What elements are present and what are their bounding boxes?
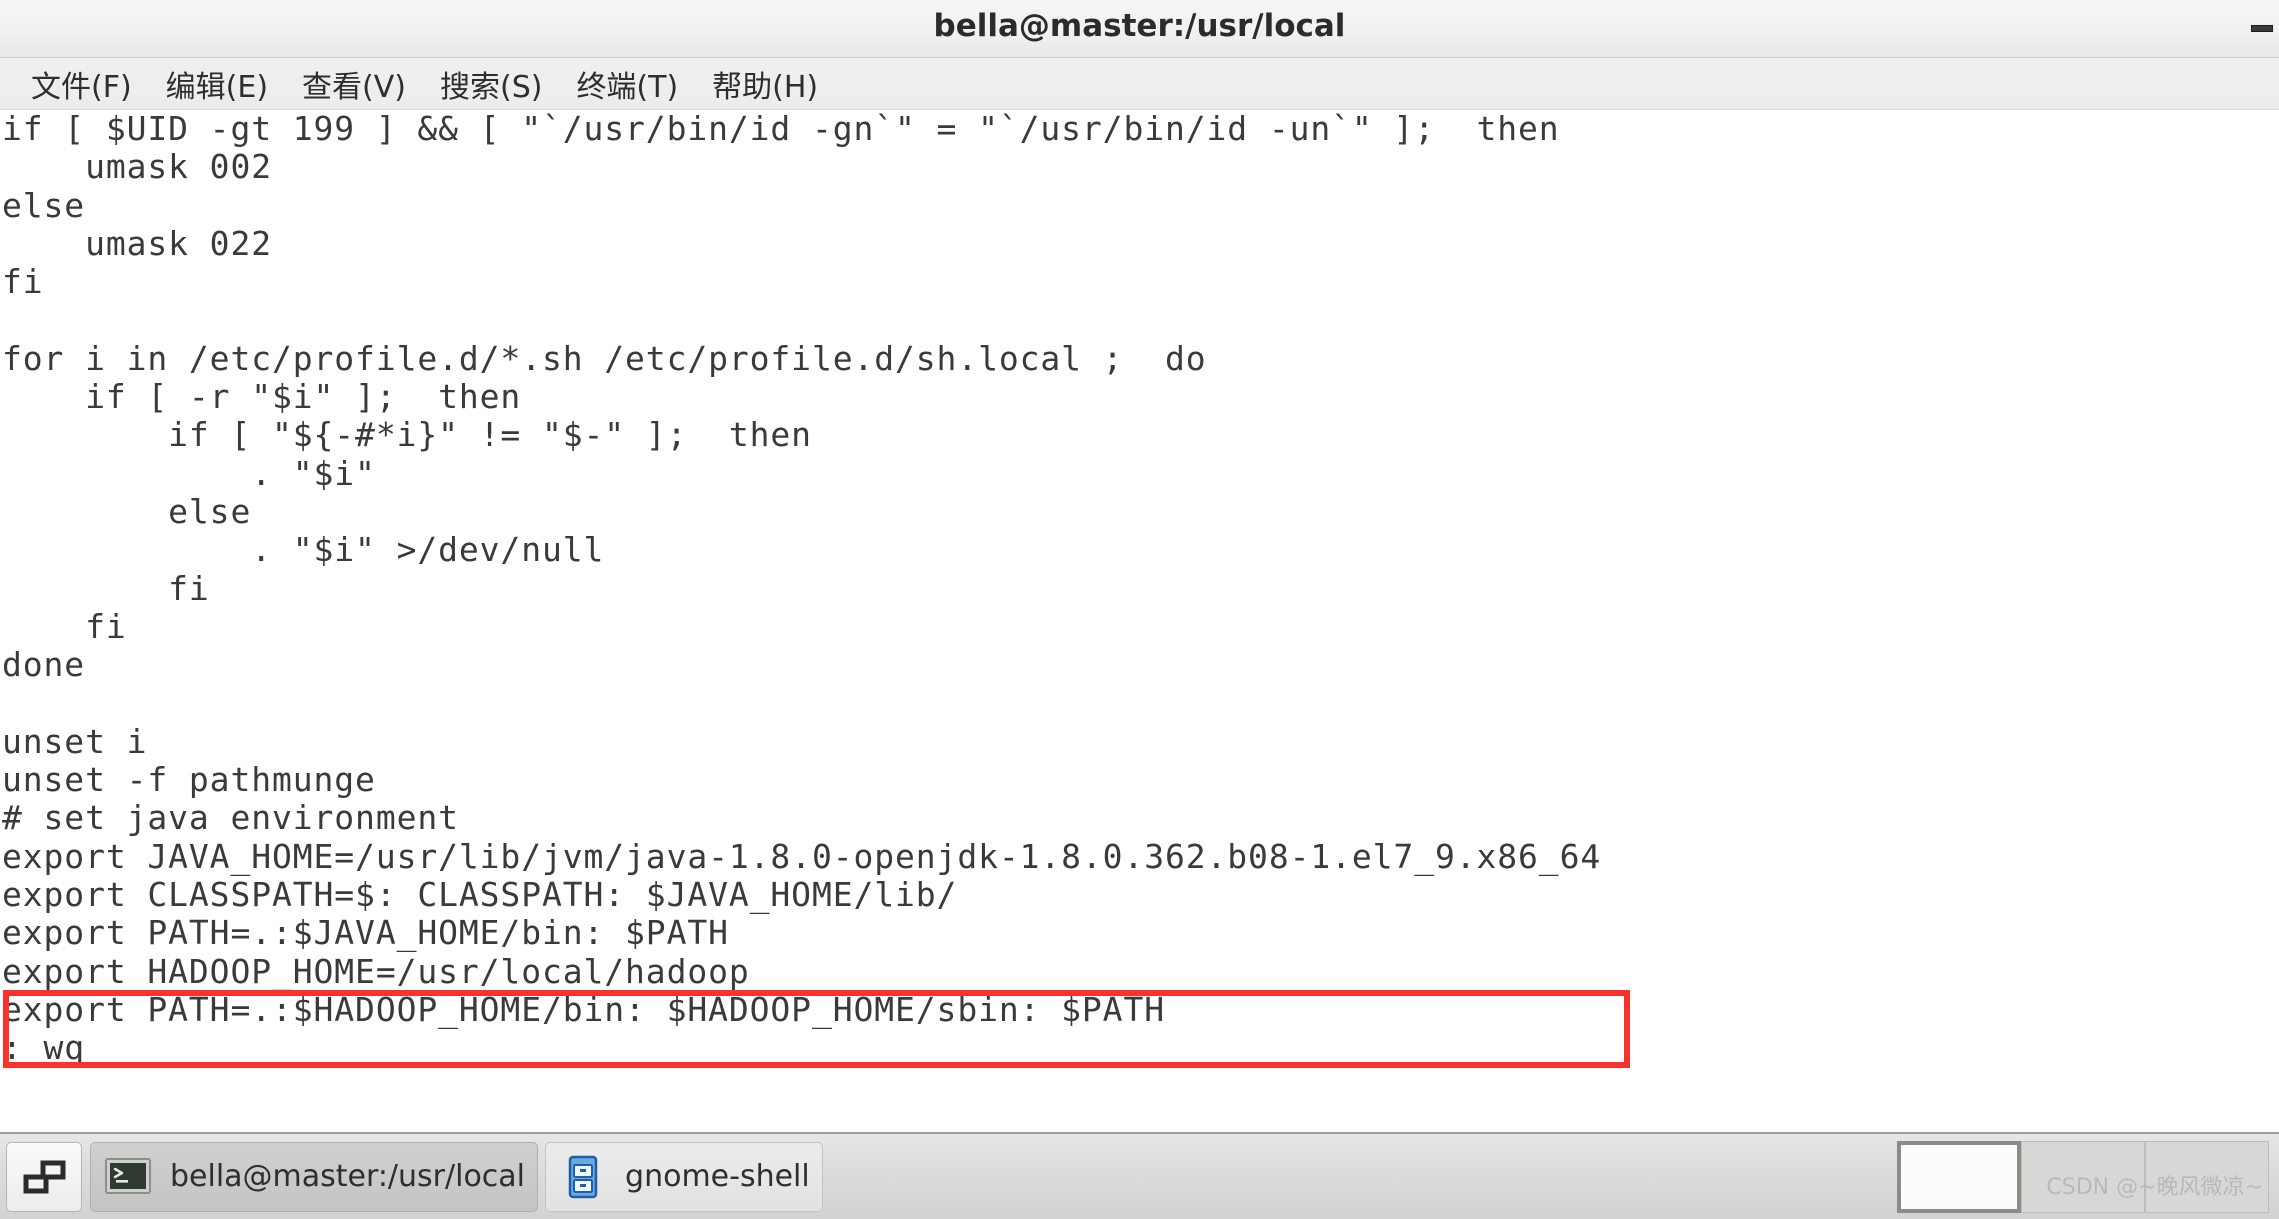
menu-item-edit[interactable]: 编辑(E) bbox=[149, 60, 285, 108]
terminal-line: umask 002 bbox=[2, 147, 272, 187]
terminal-output-area[interactable]: if [ $UID -gt 199 ] && [ "`/usr/bin/id -… bbox=[0, 110, 2279, 1132]
terminal-line: fi bbox=[2, 568, 210, 608]
terminal-line: : wq bbox=[2, 1028, 86, 1068]
minimize-button[interactable] bbox=[2251, 22, 2277, 32]
terminal-line: unset i bbox=[2, 721, 148, 761]
taskbar-item-terminal[interactable]: bella@master:/usr/local bbox=[90, 1141, 539, 1212]
taskbar-item-gnome-shell-label: gnome-shell bbox=[625, 1159, 810, 1194]
menu-item-view[interactable]: 查看(V) bbox=[285, 60, 423, 108]
menu-item-terminal[interactable]: 终端(T) bbox=[559, 60, 695, 108]
terminal-line: fi bbox=[2, 606, 127, 646]
terminal-line: if [ -r "$i" ]; then bbox=[2, 377, 522, 417]
terminal-line: for i in /etc/profile.d/*.sh /etc/profil… bbox=[2, 338, 1207, 378]
terminal-line: export CLASSPATH=$: CLASSPATH: $JAVA_HOM… bbox=[2, 874, 958, 914]
terminal-line: else bbox=[2, 185, 86, 225]
terminal-line: . "$i" bbox=[2, 453, 376, 493]
terminal-line: umask 022 bbox=[2, 223, 272, 263]
window-titlebar[interactable]: bella@master:/usr/local bbox=[0, 0, 2279, 58]
taskbar: bella@master:/usr/local gnome-shell CSDN… bbox=[0, 1132, 2279, 1219]
terminal-line: export PATH=.:$JAVA_HOME/bin: $PATH bbox=[2, 913, 729, 953]
terminal-icon bbox=[103, 1152, 153, 1202]
terminal-line: export PATH=.:$HADOOP_HOME/bin: $HADOOP_… bbox=[2, 989, 1165, 1029]
terminal-line: export HADOOP_HOME=/usr/local/hadoop bbox=[2, 951, 750, 991]
menu-item-file[interactable]: 文件(F) bbox=[14, 60, 149, 108]
workspace-switcher[interactable] bbox=[1897, 1140, 2269, 1213]
terminal-line: fi bbox=[2, 262, 44, 302]
terminal-line: done bbox=[2, 645, 86, 685]
show-desktop-icon bbox=[23, 1160, 66, 1193]
workspace-3[interactable] bbox=[2145, 1140, 2269, 1213]
workspace-1[interactable] bbox=[1897, 1140, 2021, 1213]
terminal-line: # set java environment bbox=[2, 798, 459, 838]
menu-item-search[interactable]: 搜索(S) bbox=[423, 60, 559, 108]
terminal-line: export JAVA_HOME=/usr/lib/jvm/java-1.8.0… bbox=[2, 836, 1602, 876]
terminal-text-block: if [ $UID -gt 199 ] && [ "`/usr/bin/id -… bbox=[0, 110, 1601, 1067]
file-cabinet-icon bbox=[558, 1152, 608, 1202]
terminal-line: if [ "${-#*i}" != "$-" ]; then bbox=[2, 415, 812, 455]
terminal-line: else bbox=[2, 491, 252, 531]
taskbar-item-gnome-shell[interactable]: gnome-shell bbox=[545, 1141, 823, 1212]
terminal-line: if [ $UID -gt 199 ] && [ "`/usr/bin/id -… bbox=[2, 110, 1560, 148]
terminal-line: . "$i" >/dev/null bbox=[2, 530, 605, 570]
workspace-2[interactable] bbox=[2021, 1140, 2145, 1213]
minimize-icon bbox=[2251, 25, 2273, 32]
show-desktop-button[interactable] bbox=[6, 1141, 82, 1212]
menu-bar: 文件(F) 编辑(E) 查看(V) 搜索(S) 终端(T) 帮助(H) bbox=[0, 58, 2279, 110]
taskbar-item-terminal-label: bella@master:/usr/local bbox=[170, 1159, 526, 1194]
menu-item-help[interactable]: 帮助(H) bbox=[695, 60, 835, 108]
window-title: bella@master:/usr/local bbox=[933, 8, 1346, 44]
terminal-window: bella@master:/usr/local 文件(F) 编辑(E) 查看(V… bbox=[0, 0, 2279, 1219]
terminal-line: unset -f pathmunge bbox=[2, 760, 376, 800]
